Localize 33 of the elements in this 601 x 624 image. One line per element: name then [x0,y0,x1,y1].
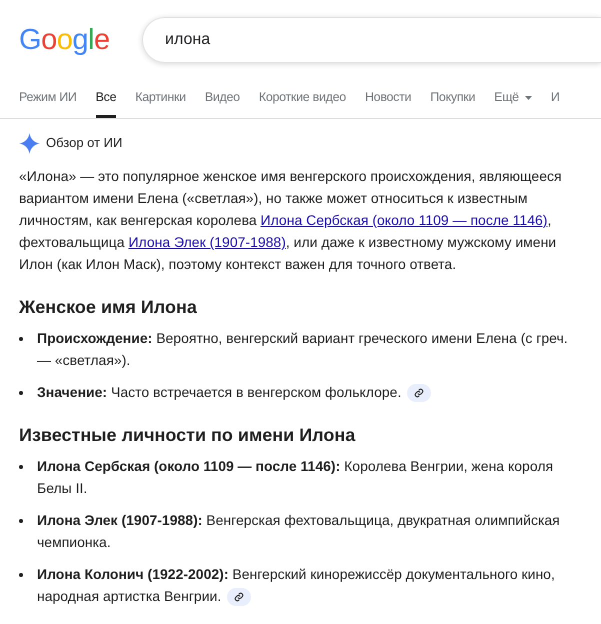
search-tab[interactable]: Новости [364,80,412,118]
search-field[interactable]: илона [142,17,601,63]
list-item-text: Илона Колонич (1922-2002): Венгерский кинорежиссёр документального кино, народная артистка Венгрии. [37,563,581,607]
bullet-icon [19,337,23,341]
search-tab[interactable]: Покупки [430,80,476,118]
search-tab[interactable]: Все [96,80,116,118]
link-icon [414,388,424,398]
inline-link[interactable]: Илона Сербская (около 1109 — после 1146) [260,212,548,228]
source-link-button[interactable] [227,588,252,606]
bullet-icon [19,573,23,577]
list-item-text: Значение: Часто встречается в венгерском фольклоре. [37,381,581,403]
section-heading: Женское имя Илона [19,296,198,319]
sparkle-icon [19,132,40,154]
caret-icon [524,96,532,100]
search-tab[interactable]: Короткие видео [258,80,346,118]
search-tab[interactable]: Картинки [135,80,186,118]
source-link-button[interactable] [407,384,432,402]
search-tab[interactable]: Ещё [494,80,532,118]
search-tab[interactable]: И [550,80,560,118]
inline-link[interactable]: Илона Элек (1907-1988) [128,234,286,250]
section-heading: Известные личности по имени Илона [19,424,356,447]
overview-paragraph: «Илона» — это популярное женское имя венгерского происхождения, являющееся вариантом имени Елена («светлая»), но также может относиться к известным личностям, как венгерская королева Илона Сербская (около 1109 — после 1146), фехтовальщица Илона Элек (1907-1988), или даже к известному мужскому имени Илон (как Илон Маск), поэтому контекст важен для точного ответа. [19,167,563,274]
search-tab[interactable]: Видео [204,80,240,118]
google-logo[interactable]: Google [19,26,123,54]
list-item-text: Происхождение: Вероятно, венгерский вариант греческого имени Елена (с греч. — «светлая»). [37,329,569,370]
bullet-icon [19,391,23,395]
bullet-icon [19,465,23,469]
bullet-icon [19,519,23,523]
list-item-text: Илона Элек (1907-1988): Венгерская фехтовальщица, двукратная олимпийская чемпионка. [37,511,561,552]
overview-title: Обзор от ИИ [46,134,122,152]
list-item-text: Илона Сербская (около 1109 — после 1146): Королева Венгрии, жена короля Белы II. [37,457,554,498]
search-tab[interactable]: Режим ИИ [19,80,77,118]
link-icon [234,592,244,602]
